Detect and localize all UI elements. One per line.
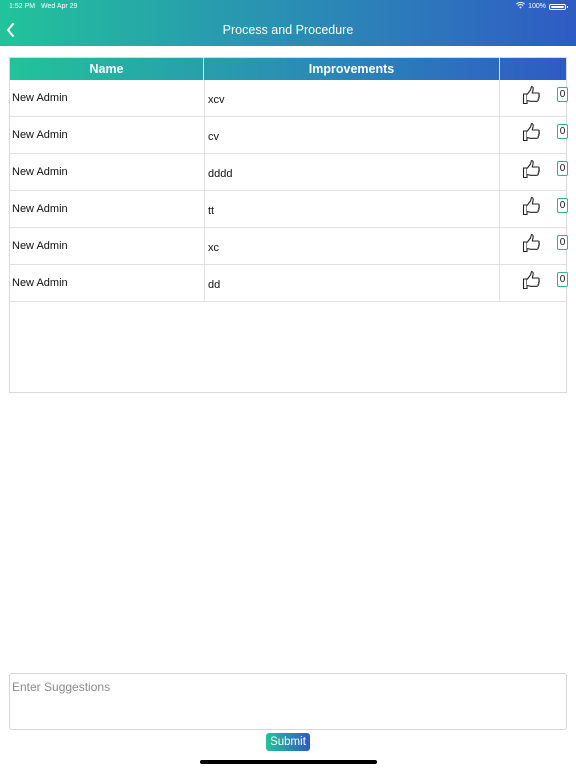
table-row: New Admin cv 0: [10, 117, 568, 154]
row-name: New Admin: [12, 129, 68, 141]
table-row: New Admin dddd 0: [10, 154, 568, 191]
row-like-cell: 0: [500, 191, 568, 227]
row-name: New Admin: [12, 240, 68, 252]
status-date: Wed Apr 29: [41, 3, 78, 10]
improvements-table: Name Improvements New Admin xcv 0 New Admin…: [9, 57, 568, 393]
page-title: Process and Procedure: [222, 23, 354, 37]
row-like-cell: 0: [500, 80, 568, 116]
table-row: New Admin xc 0: [10, 228, 568, 265]
table-body: New Admin xcv 0 New Admin cv 0 New Admin dddd 0 N…: [10, 80, 568, 302]
table-header: Name Improvements: [10, 58, 566, 80]
like-button[interactable]: 0: [522, 233, 568, 259]
like-count: 0: [557, 87, 568, 102]
like-button[interactable]: 0: [522, 196, 568, 222]
like-count: 0: [557, 272, 568, 287]
row-improvement: dd: [204, 265, 500, 301]
row-name: New Admin: [12, 203, 68, 215]
like-count: 0: [557, 235, 568, 250]
like-count: 0: [557, 161, 568, 176]
row-name: New Admin: [12, 277, 68, 289]
thumbs-up-icon: [522, 233, 544, 256]
thumbs-up-icon: [522, 196, 544, 219]
home-indicator: [200, 760, 377, 764]
status-bar: 1:52 PM Wed Apr 29 100%: [0, 0, 576, 14]
row-like-cell: 0: [500, 265, 568, 301]
like-count: 0: [557, 124, 568, 139]
like-button[interactable]: 0: [522, 122, 568, 148]
column-header-likes: [500, 58, 566, 80]
wifi-icon: [516, 0, 526, 14]
row-like-cell: 0: [500, 228, 568, 264]
status-right: 100%: [516, 0, 568, 14]
row-improvement: cv: [204, 117, 500, 153]
like-button[interactable]: 0: [522, 85, 568, 111]
navigation-bar: 1:52 PM Wed Apr 29 100% Process and Proc…: [0, 0, 576, 46]
thumbs-up-icon: [522, 85, 544, 108]
row-improvement: xc: [204, 228, 500, 264]
row-improvement: xcv: [204, 80, 500, 116]
row-name: New Admin: [12, 92, 68, 104]
column-header-improvements: Improvements: [204, 58, 500, 80]
table-row: New Admin tt 0: [10, 191, 568, 228]
table-row: New Admin dd 0: [10, 265, 568, 302]
row-like-cell: 0: [500, 117, 568, 153]
battery-icon: [549, 4, 568, 10]
row-like-cell: 0: [500, 154, 568, 190]
battery-percent: 100%: [528, 3, 546, 10]
suggestions-input[interactable]: [9, 673, 567, 730]
status-time: 1:52 PM: [9, 3, 36, 10]
table-row: New Admin xcv 0: [10, 80, 568, 117]
like-button[interactable]: 0: [522, 270, 568, 296]
thumbs-up-icon: [522, 270, 544, 293]
row-improvement: dddd: [204, 154, 500, 190]
thumbs-up-icon: [522, 159, 544, 182]
like-count: 0: [557, 198, 568, 213]
column-header-name: Name: [10, 58, 204, 80]
thumbs-up-icon: [522, 122, 544, 145]
row-name: New Admin: [12, 166, 68, 178]
row-improvement: tt: [204, 191, 500, 227]
submit-button[interactable]: Submit: [266, 733, 310, 751]
like-button[interactable]: 0: [522, 159, 568, 185]
